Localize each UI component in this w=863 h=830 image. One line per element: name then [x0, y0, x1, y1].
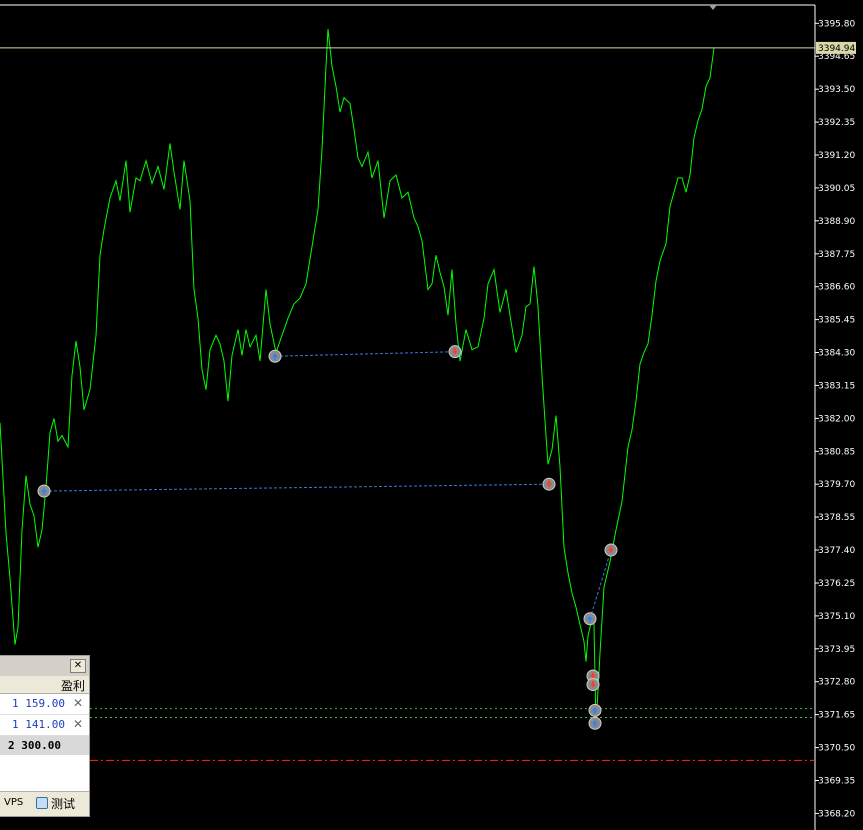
- panel-footer: VPS 测试: [0, 791, 89, 816]
- y-tick-label: 3372.80: [818, 678, 855, 688]
- vps-tab[interactable]: VPS: [4, 797, 23, 808]
- y-tick-label: 3392.35: [818, 118, 855, 128]
- sell-arrow-icon[interactable]: [542, 477, 556, 491]
- price-chart[interactable]: 3395.803394.653393.503392.353391.203390.…: [0, 0, 863, 830]
- y-tick-label: 3382.00: [818, 414, 855, 424]
- buy-arrow-icon[interactable]: [583, 612, 597, 626]
- profit-header-label: 盈利: [60, 679, 85, 693]
- sell-arrow-icon[interactable]: [448, 345, 462, 359]
- tester-chip-icon: [36, 797, 48, 809]
- buy-arrow-icon[interactable]: [588, 703, 602, 717]
- remove-row-icon[interactable]: ✕: [73, 696, 83, 710]
- close-icon[interactable]: ✕: [70, 659, 86, 673]
- y-tick-label: 3371.65: [818, 711, 855, 721]
- y-tick-label: 3373.95: [818, 645, 855, 655]
- buy-arrow-icon[interactable]: [268, 349, 282, 363]
- tester-tab[interactable]: 测试: [36, 795, 75, 812]
- y-tick-label: 3395.80: [818, 19, 855, 29]
- sell-arrow-icon[interactable]: [604, 543, 618, 557]
- y-tick-label: 3393.50: [818, 85, 855, 95]
- profit-column-header[interactable]: 盈利: [0, 676, 89, 694]
- profit-value: 1 141.00: [12, 718, 65, 731]
- y-tick-label: 3380.85: [818, 447, 855, 457]
- y-tick-label: 3391.20: [818, 151, 855, 161]
- profit-total: 2 300.00: [8, 739, 61, 752]
- sell-arrow-icon[interactable]: [586, 678, 600, 692]
- y-tick-label: 3377.40: [818, 546, 855, 556]
- y-tick-label: 3378.55: [818, 513, 855, 523]
- profit-total-row: 2 300.00: [0, 736, 89, 755]
- y-tick-label: 3375.10: [818, 612, 855, 622]
- panel-titlebar: ✕: [0, 656, 89, 676]
- y-tick-label: 3383.15: [818, 381, 855, 391]
- profit-value: 1 159.00: [12, 697, 65, 710]
- chart-background: [0, 0, 863, 830]
- y-tick-label: 3387.75: [818, 250, 855, 260]
- tester-tab-label: 测试: [51, 797, 76, 811]
- table-row[interactable]: 1 159.00 ✕: [0, 694, 89, 715]
- buy-arrow-icon[interactable]: [37, 484, 51, 498]
- y-tick-label: 3369.35: [818, 777, 855, 787]
- y-tick-label: 3386.60: [818, 283, 855, 293]
- y-tick-label: 3390.05: [818, 184, 855, 194]
- trade-panel: ✕ 盈利 1 159.00 ✕ 1 141.00 ✕ 2 300.00 VPS …: [0, 655, 90, 817]
- y-tick-label: 3376.25: [818, 579, 855, 589]
- y-tick-label: 3379.70: [818, 480, 855, 490]
- y-tick-label: 3385.45: [818, 316, 855, 326]
- buy-arrow-icon[interactable]: [588, 716, 602, 730]
- y-tick-label: 3370.50: [818, 744, 855, 754]
- remove-row-icon[interactable]: ✕: [73, 717, 83, 731]
- table-row[interactable]: 1 141.00 ✕: [0, 715, 89, 736]
- y-tick-label: 3368.20: [818, 809, 855, 819]
- y-tick-label: 3384.30: [818, 349, 855, 359]
- y-tick-label: 3388.90: [818, 217, 855, 227]
- current-price-label: 3394.94: [818, 44, 855, 54]
